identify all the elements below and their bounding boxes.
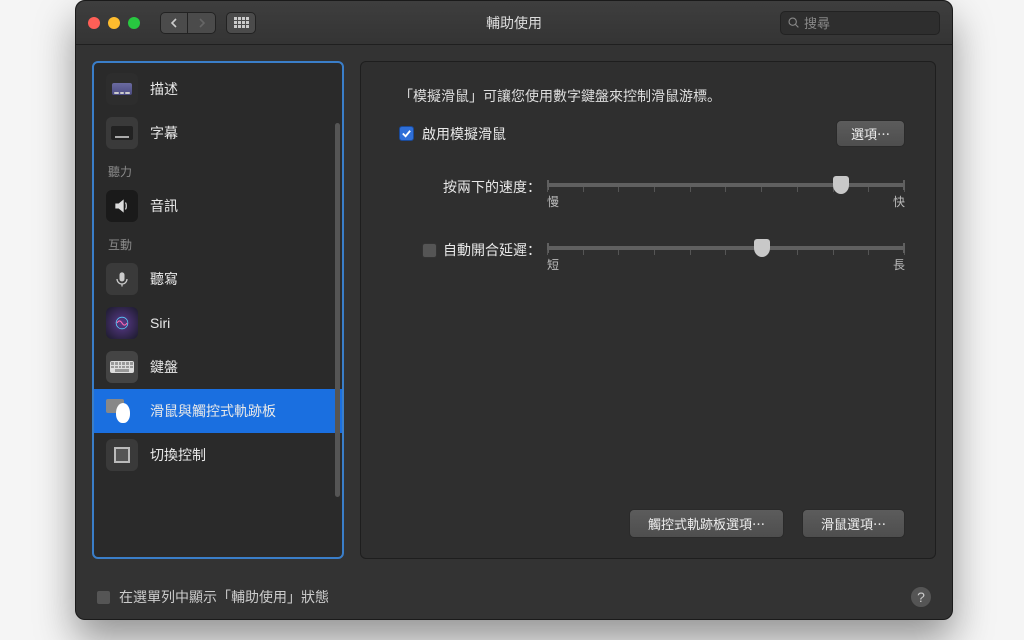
sidebar-item-keyboard[interactable]: 鍵盤 [94, 345, 342, 389]
slider-track[interactable] [547, 183, 905, 187]
help-button[interactable]: ? [910, 586, 932, 608]
footer: 在選單列中顯示「輔助使用」狀態 ? [76, 575, 952, 619]
window-title: 輔助使用 [486, 13, 542, 33]
mouse-trackpad-icon [106, 395, 138, 427]
slider-label: 按兩下的速度： [391, 177, 541, 197]
keyboard-icon [106, 351, 138, 383]
mouse-options-button[interactable]: 滑鼠選項⋯ [802, 509, 905, 538]
search-field[interactable]: 搜尋 [780, 11, 940, 35]
sidebar-item-label: 鍵盤 [150, 357, 178, 377]
options-button[interactable]: 選項⋯ [836, 120, 905, 147]
sidebar-item-description[interactable]: 描述 [94, 67, 342, 111]
search-placeholder: 搜尋 [804, 13, 830, 32]
show-all-prefs-button[interactable] [226, 12, 256, 34]
slider-thumb[interactable] [754, 239, 770, 257]
switch-control-icon [106, 439, 138, 471]
slider-max-label: 快 [893, 193, 905, 210]
slider-row-1: 自動開合延遲： 短 長 [391, 240, 905, 273]
minimize-window-button[interactable] [108, 17, 120, 29]
forward-button[interactable] [188, 12, 216, 34]
search-icon [787, 16, 800, 29]
show-status-label: 在選單列中顯示「輔助使用」狀態 [119, 587, 329, 607]
sidebar[interactable]: 描述字幕聽力音訊互動聽寫 Siri 鍵盤滑鼠與觸控式軌跡板切換控制 [92, 61, 344, 559]
content-area: 描述字幕聽力音訊互動聽寫 Siri 鍵盤滑鼠與觸控式軌跡板切換控制 「模擬滑鼠」可讓… [76, 45, 952, 575]
slider-track[interactable] [547, 246, 905, 250]
sidebar-item-label: 描述 [150, 79, 178, 99]
sidebar-item-label: 字幕 [150, 123, 178, 143]
slider-label: 自動開合延遲： [443, 240, 541, 260]
slider-max-label: 長 [893, 256, 905, 273]
scrollbar[interactable] [335, 123, 340, 497]
show-status-checkbox[interactable] [96, 590, 111, 605]
zoom-window-button[interactable] [128, 17, 140, 29]
enable-mouse-keys-checkbox[interactable] [399, 126, 414, 141]
sidebar-item-label: 切換控制 [150, 445, 206, 465]
slider-thumb[interactable] [833, 176, 849, 194]
sidebar-item-subtitles[interactable]: 字幕 [94, 111, 342, 155]
subtitles-icon [106, 117, 138, 149]
sidebar-item-audio[interactable]: 音訊 [94, 184, 342, 228]
sidebar-item-mouse[interactable]: 滑鼠與觸控式軌跡板 [94, 389, 342, 433]
traffic-lights [88, 17, 140, 29]
sidebar-item-switch[interactable]: 切換控制 [94, 433, 342, 477]
slider-min-label: 短 [547, 256, 559, 273]
check-icon [401, 128, 412, 139]
sidebar-item-siri[interactable]: Siri [94, 301, 342, 345]
nav-buttons [160, 12, 216, 34]
slider-checkbox[interactable] [422, 243, 437, 258]
dictation-icon [106, 263, 138, 295]
audio-icon [106, 190, 138, 222]
sidebar-category: 聽力 [94, 155, 342, 184]
pane-description: 「模擬滑鼠」可讓您使用數字鍵盤來控制滑鼠游標。 [391, 86, 905, 106]
description-icon [106, 73, 138, 105]
enable-mouse-keys-label: 啟用模擬滑鼠 [422, 124, 506, 144]
sidebar-item-dictation[interactable]: 聽寫 [94, 257, 342, 301]
sidebar-item-label: 聽寫 [150, 269, 178, 289]
sidebar-category: 互動 [94, 228, 342, 257]
slider-row-0: 按兩下的速度： 慢 快 [391, 177, 905, 210]
trackpad-options-button[interactable]: 觸控式軌跡板選項⋯ [629, 509, 784, 538]
slider-min-label: 慢 [547, 193, 559, 210]
siri-icon [106, 307, 138, 339]
sidebar-item-label: 音訊 [150, 196, 178, 216]
sidebar-item-label: Siri [150, 315, 170, 331]
titlebar: 輔助使用 搜尋 [76, 1, 952, 45]
back-button[interactable] [160, 12, 188, 34]
grid-icon [234, 17, 249, 28]
close-window-button[interactable] [88, 17, 100, 29]
sidebar-item-label: 滑鼠與觸控式軌跡板 [150, 401, 276, 421]
preferences-window: 輔助使用 搜尋 描述字幕聽力音訊互動聽寫 Siri 鍵盤滑鼠與觸控式軌跡板切換控制 … [75, 0, 953, 620]
settings-pane: 「模擬滑鼠」可讓您使用數字鍵盤來控制滑鼠游標。 啟用模擬滑鼠 選項⋯ 按兩下的速… [360, 61, 936, 559]
